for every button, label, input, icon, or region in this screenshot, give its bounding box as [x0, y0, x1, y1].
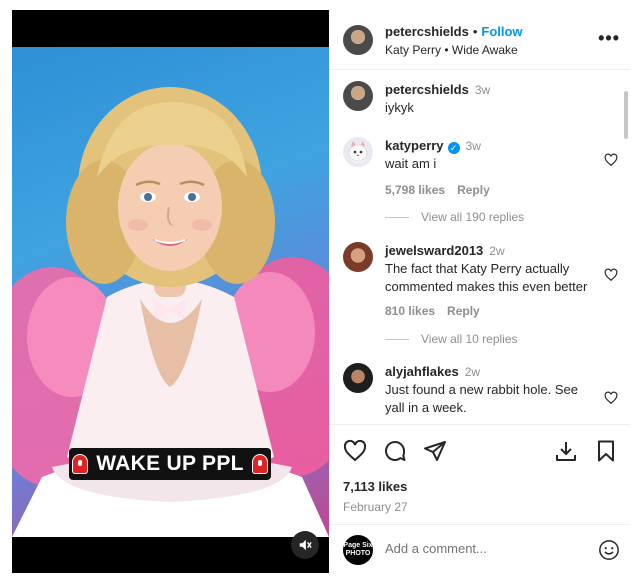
avatar[interactable] [343, 242, 373, 272]
siren-icon [72, 454, 89, 474]
video-caption: WAKE UP PPL [69, 448, 271, 480]
comment-text: iykyk [385, 100, 414, 115]
speaker-muted-icon [299, 539, 312, 551]
comment-username[interactable]: alyjahflakes [385, 364, 459, 379]
avatar[interactable] [343, 25, 373, 55]
divider [385, 338, 409, 340]
avatar-logo-line: Page Six [343, 542, 373, 549]
comment-username[interactable]: katyperry [385, 138, 444, 153]
caption-text: WAKE UP PPL [96, 452, 244, 475]
avatar[interactable] [343, 137, 373, 167]
comment-meta: 810 likes Reply [385, 304, 587, 318]
secondary-actions [554, 439, 618, 463]
comments-list[interactable]: petercshields 3w iykyk katyperry ✓ 3w wait … [329, 71, 630, 424]
cat-avatar-icon [348, 141, 368, 162]
view-replies-button[interactable]: View all 10 replies [385, 332, 518, 346]
post-header: petercshields • Follow Katy Perry • Wide A… [329, 10, 630, 70]
post-actions: 7,113 likes February 27 [329, 424, 630, 524]
add-comment-bar: Page Six PHOTO [329, 524, 630, 573]
comment-text-line: yall in a week. [385, 400, 467, 415]
comment-bubble-icon[interactable] [383, 439, 407, 463]
siren-icon [251, 454, 268, 474]
follow-button[interactable]: Follow [481, 24, 522, 39]
audio-track-link[interactable]: Katy Perry • Wide Awake [385, 43, 518, 57]
verified-badge-icon: ✓ [447, 142, 460, 154]
post-author-username[interactable]: petercshields [385, 24, 469, 39]
list-item: katyperry ✓ 3w wait am i 5,798 likes Reply [329, 137, 630, 197]
comment-time: 3w [474, 83, 491, 97]
comment-like-icon[interactable] [604, 153, 618, 167]
post-date: February 27 [343, 500, 408, 514]
view-replies-button[interactable]: View all 190 replies [385, 210, 524, 224]
list-item: alyjahflakes 2w Just found a new rabbit h… [329, 363, 630, 423]
view-replies-label: View all 190 replies [421, 210, 525, 224]
list-item: jewelsward2013 2w The fact that Katy Perr… [329, 242, 630, 322]
comment-meta: 5,798 likes Reply [385, 183, 490, 197]
bookmark-icon[interactable] [594, 439, 618, 463]
comment-time: 2w [464, 365, 481, 379]
post-details-panel: petercshields • Follow Katy Perry • Wide A… [329, 10, 630, 573]
comment-input[interactable] [385, 541, 585, 556]
download-icon[interactable] [554, 439, 578, 463]
avatar-logo-line: PHOTO [345, 550, 371, 557]
avatar: Page Six PHOTO [343, 535, 373, 565]
avatar[interactable] [343, 363, 373, 393]
avatar[interactable] [343, 81, 373, 111]
divider [385, 216, 409, 218]
reply-button[interactable]: Reply [457, 183, 490, 197]
comment-username[interactable]: jewelsward2013 [385, 243, 483, 258]
smiley-icon[interactable] [598, 539, 620, 561]
heart-icon[interactable] [343, 439, 367, 463]
reply-button[interactable]: Reply [447, 304, 480, 318]
separator-dot: • [472, 24, 478, 39]
mute-button[interactable] [291, 531, 319, 559]
comment-time: 3w [465, 139, 481, 153]
comment-likes[interactable]: 810 likes [385, 304, 435, 318]
comment-like-icon[interactable] [604, 391, 618, 405]
comment-text-line: The fact that Katy Perry actually [385, 261, 570, 276]
more-options-icon[interactable]: ••• [598, 28, 620, 49]
primary-actions [343, 439, 447, 463]
comment-username[interactable]: petercshields [385, 82, 469, 97]
comment-text: wait am i [385, 156, 437, 171]
comment-text-line: Just found a new rabbit hole. See [385, 382, 578, 397]
likes-count[interactable]: 7,113 likes [343, 479, 407, 494]
comment-like-icon[interactable] [604, 268, 618, 282]
view-replies-label: View all 10 replies [421, 332, 518, 346]
comment-likes[interactable]: 5,798 likes [385, 183, 445, 197]
header-user-line: petercshields • Follow [385, 24, 523, 39]
list-item: petercshields 3w iykyk [329, 81, 630, 121]
comment-text-line: commented makes this even better [385, 279, 588, 294]
paper-plane-icon[interactable] [423, 439, 447, 463]
comment-time: 2w [489, 244, 505, 258]
post-media[interactable]: WAKE UP PPL [12, 10, 329, 573]
